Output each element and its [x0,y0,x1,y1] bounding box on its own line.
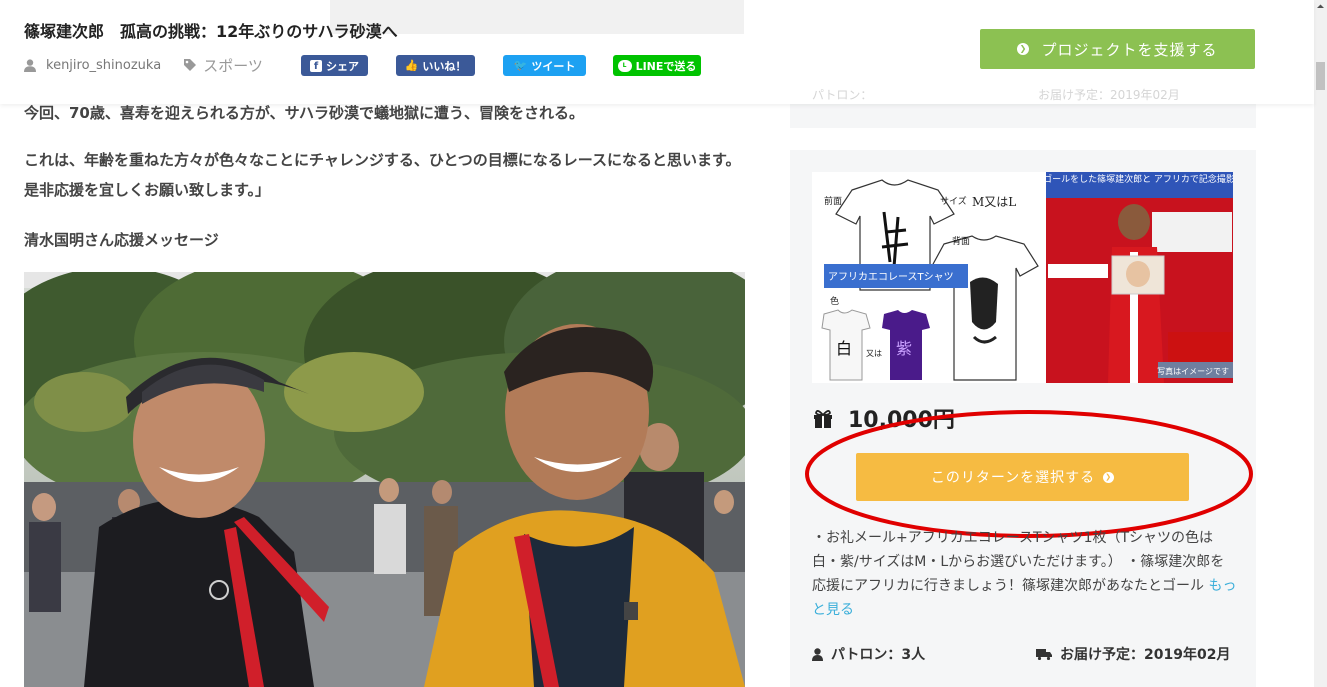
article-title: 篠塚建次郎 孤高の挑戦：12年ぶりのサハラ砂漠へ [24,22,398,41]
purple-char: 紫 [896,339,912,358]
facebook-share-label: シェア [326,59,359,73]
line-icon: L [617,59,632,72]
reward-price: 10,000円 [848,408,955,433]
color-label: 色 [830,295,839,307]
reward-price-row: 10,000円 [812,402,955,434]
gift-icon [814,410,832,428]
patron-count-text: パトロン：3人 [831,647,926,663]
photo-caption: 写真はイメージです [1157,366,1229,376]
chevron-right-icon: ❯ [1103,471,1115,483]
twitter-bird-icon: 🐦 [513,59,528,72]
facebook-icon: f [310,59,322,72]
or-label: 又は [866,349,882,358]
size-value: M又はL [972,195,1016,209]
reward-description: ・お礼メール+アフリカエコレースTシャツ1枚（Tシャツの色は白・紫/サイズはM・… [812,526,1237,622]
shirt-banner: アフリカエコレースTシャツ [828,271,954,283]
facebook-like-button[interactable]: 👍 いいね！ [396,55,475,76]
article-paragraph-2: これは、年齢を重ねた方々が色々なことにチャレンジする、ひとつの目標になるレースに… [24,151,741,199]
tag-icon [184,59,197,71]
support-project-label: プロジェクトを支援する [1041,40,1218,59]
back-label: 背面 [952,235,970,247]
faded-delivery: お届け予定：2019年02月 [1038,88,1180,102]
category-link[interactable]: スポーツ [203,55,263,76]
author-link[interactable]: kenjiro_shinozuka [46,58,161,73]
article-subheading: 清水国明さん応援メッセージ [24,231,219,249]
article-photo [24,272,745,687]
reward-image: 前面 サイズ M又はL 背面 アフリカエコレースTシャツ 色 白 又は 紫 ゴー… [812,172,1233,383]
truck-icon [1036,649,1052,660]
scrollbar-thumb[interactable] [1316,62,1325,90]
patron-count: パトロン：3人 [812,644,925,664]
facebook-like-label: いいね！ [422,59,467,73]
article-meta: kenjiro_shinozuka スポーツ [24,54,263,76]
white-char: 白 [836,339,852,358]
user-icon [24,58,36,72]
tweet-button[interactable]: 🐦 ツイート [503,55,586,76]
facebook-share-button[interactable]: f シェア [301,55,368,76]
line-share-button[interactable]: L LINEで送る [613,55,701,76]
delivery-date-text: お届け予定：2019年02月 [1060,647,1231,663]
select-reward-label: このリターンを選択する [930,470,1096,486]
select-reward-button[interactable]: このリターンを選択する ❯ [856,453,1189,501]
user-icon [812,647,823,661]
line-share-label: LINEで送る [635,59,697,73]
delivery-date: お届け予定：2019年02月 [1036,644,1230,664]
photo-banner: ゴールをした篠塚建次郎と アフリカで記念撮影 [1043,173,1233,185]
front-label: 前面 [824,195,842,207]
reward-description-text: ・お礼メール+アフリカエコレースTシャツ1枚（Tシャツの色は白・紫/サイズはM・… [812,530,1225,594]
scroll-up-arrow-icon[interactable] [1314,0,1327,13]
faded-patron: パトロン： [812,88,873,102]
tweet-label: ツイート [531,59,576,73]
support-project-button[interactable]: ❯ プロジェクトを支援する [980,29,1255,69]
page-scrollbar[interactable] [1314,0,1327,687]
size-label: サイズ [940,195,967,207]
thumbs-up-icon: 👍 [404,59,419,72]
chevron-right-icon: ❯ [1017,43,1030,55]
sticky-header: 篠塚建次郎 孤高の挑戦：12年ぶりのサハラ砂漠へ kenjiro_shinozu… [0,0,1314,104]
